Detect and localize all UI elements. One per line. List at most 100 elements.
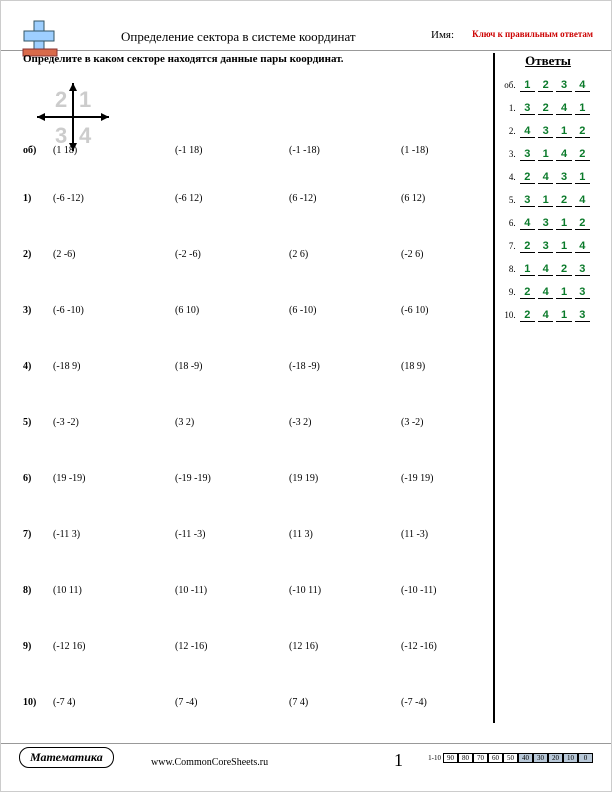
answer-value: 2 <box>520 171 535 184</box>
coord-pair: (6 10) <box>175 305 199 316</box>
answer-value: 3 <box>520 194 535 207</box>
row-label: 9) <box>23 641 31 652</box>
scale-label: 1-10 <box>428 754 441 762</box>
scale-cell: 0 <box>578 753 593 763</box>
answer-value: 4 <box>538 171 553 184</box>
coord-pair: (-12 16) <box>53 641 86 652</box>
coord-pair: (1 18) <box>53 145 77 156</box>
coord-pair: (-6 -10) <box>53 305 84 316</box>
coord-pair: (-7 4) <box>53 697 76 708</box>
coord-pair: (18 9) <box>401 361 425 372</box>
coord-pair: (3 2) <box>175 417 194 428</box>
problem-row: 10) (-7 4) (7 -4) (7 4) (-7 -4) <box>23 669 483 725</box>
answer-value: 2 <box>556 263 571 276</box>
footer: Математика www.CommonCoreSheets.ru 1 1-1… <box>1 743 611 773</box>
coord-pair: (6 -10) <box>289 305 317 316</box>
row-label: 8) <box>23 585 31 596</box>
name-label: Имя: <box>431 29 454 41</box>
answer-value: 3 <box>538 125 553 138</box>
answer-row: 3.3142 <box>503 148 593 161</box>
coord-pair: (6 12) <box>401 193 425 204</box>
row-label: 10) <box>23 697 36 708</box>
answer-value: 1 <box>556 240 571 253</box>
coord-pair: (-19 -19) <box>175 473 211 484</box>
row-label: 3) <box>23 305 31 316</box>
answer-row: об.1234 <box>503 79 593 92</box>
coord-pair: (-1 -18) <box>289 145 320 156</box>
answer-row: 7.2314 <box>503 240 593 253</box>
answer-value: 4 <box>556 148 571 161</box>
coord-pair: (-6 -12) <box>53 193 84 204</box>
answer-num: 3. <box>503 149 516 159</box>
problem-row: 7) (-11 3) (-11 -3) (11 3) (11 -3) <box>23 501 483 557</box>
scale-cell: 10 <box>563 753 578 763</box>
coord-pair: (18 -9) <box>175 361 203 372</box>
answer-value: 4 <box>575 79 590 92</box>
coord-pair: (-7 -4) <box>401 697 427 708</box>
scale-cell: 50 <box>503 753 518 763</box>
coord-pair: (-10 -11) <box>401 585 436 596</box>
row-label: об) <box>23 145 36 156</box>
coord-pair: (-11 3) <box>53 529 80 540</box>
answers-title: Ответы <box>503 53 593 69</box>
problem-row: 8) (10 11) (10 -11) (-10 11) (-10 -11) <box>23 557 483 613</box>
answer-value: 1 <box>575 171 590 184</box>
row-label: 1) <box>23 193 31 204</box>
coord-pair: (1 -18) <box>401 145 429 156</box>
answer-value: 2 <box>520 286 535 299</box>
answer-row: 5.3124 <box>503 194 593 207</box>
problem-row: 6) (19 -19) (-19 -19) (19 19) (-19 19) <box>23 445 483 501</box>
scale-cell: 90 <box>443 753 458 763</box>
answer-value: 3 <box>520 148 535 161</box>
answer-row: 8.1423 <box>503 263 593 276</box>
answer-value: 2 <box>520 309 535 322</box>
answer-value: 1 <box>520 263 535 276</box>
answers-sidebar: Ответы об.12341.32412.43123.31424.24315.… <box>493 53 593 723</box>
coord-pair: (-3 2) <box>289 417 312 428</box>
answer-value: 2 <box>538 79 553 92</box>
scale-cell: 70 <box>473 753 488 763</box>
coord-pair: (-2 6) <box>401 249 424 260</box>
coord-pair: (-19 19) <box>401 473 434 484</box>
answer-row: 9.2413 <box>503 286 593 299</box>
problem-row: 3) (-6 -10) (6 10) (6 -10) (-6 10) <box>23 277 483 333</box>
answer-row: 4.2431 <box>503 171 593 184</box>
problem-row-example: об) (1 18) (-1 18) (-1 -18) (1 -18) <box>23 73 483 165</box>
coord-pair: (12 -16) <box>175 641 208 652</box>
answer-value: 1 <box>556 286 571 299</box>
problem-row: 5) (-3 -2) (3 2) (-3 2) (3 -2) <box>23 389 483 445</box>
coord-pair: (-1 18) <box>175 145 203 156</box>
page-number: 1 <box>394 750 403 771</box>
answer-num: 7. <box>503 241 516 251</box>
answer-row: 6.4312 <box>503 217 593 230</box>
answer-value: 2 <box>556 194 571 207</box>
coord-pair: (7 -4) <box>175 697 198 708</box>
coord-pair: (2 6) <box>289 249 308 260</box>
answer-num: 10. <box>503 310 516 320</box>
header: Определение сектора в системе координат … <box>1 29 611 51</box>
coord-pair: (19 -19) <box>53 473 86 484</box>
problem-row: 9) (-12 16) (12 -16) (12 16) (-12 -16) <box>23 613 483 669</box>
row-label: 6) <box>23 473 31 484</box>
scale-cell: 80 <box>458 753 473 763</box>
subject-badge: Математика <box>19 747 114 768</box>
answer-num: 4. <box>503 172 516 182</box>
answer-value: 4 <box>538 286 553 299</box>
coord-pair: (10 11) <box>53 585 82 596</box>
scale-cell: 40 <box>518 753 533 763</box>
answer-value: 1 <box>575 102 590 115</box>
answer-value: 2 <box>575 125 590 138</box>
answer-num: 5. <box>503 195 516 205</box>
answer-value: 3 <box>556 79 571 92</box>
answer-value: 1 <box>538 148 553 161</box>
answer-value: 1 <box>556 309 571 322</box>
coord-pair: (12 16) <box>289 641 318 652</box>
coord-pair: (-2 -6) <box>175 249 201 260</box>
answer-key-label: Ключ к правильным ответам <box>472 29 593 39</box>
answer-value: 4 <box>520 217 535 230</box>
answer-num: 1. <box>503 103 516 113</box>
problems-area: об) (1 18) (-1 18) (-1 -18) (1 -18) 1) (… <box>23 73 483 725</box>
answer-value: 2 <box>538 102 553 115</box>
answer-value: 3 <box>575 286 590 299</box>
worksheet-title: Определение сектора в системе координат <box>121 29 356 45</box>
